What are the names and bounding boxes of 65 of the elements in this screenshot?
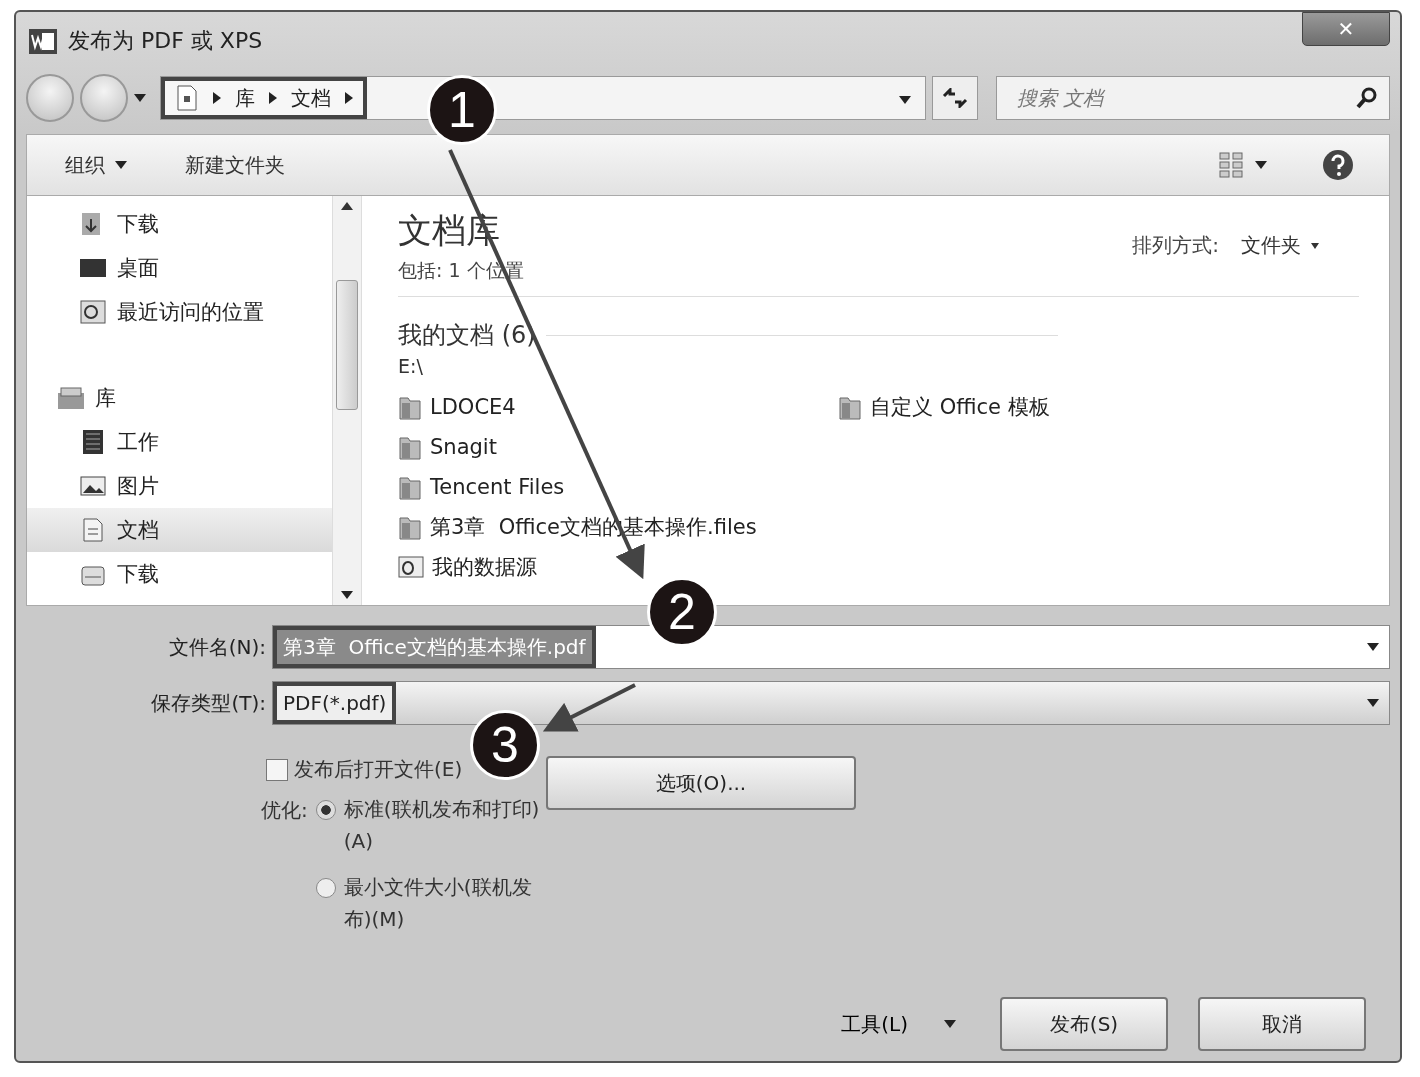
picture-icon xyxy=(79,473,107,499)
save-type-label: 保存类型(T): xyxy=(150,689,267,717)
options-button[interactable]: 选项(O)... xyxy=(546,756,856,810)
caret-icon xyxy=(115,161,127,169)
breadcrumb-item[interactable]: 文档 xyxy=(291,84,331,112)
history-caret-icon xyxy=(134,94,146,102)
file-item[interactable]: LDOCE4 xyxy=(398,387,838,427)
file-item[interactable]: Snagit xyxy=(398,427,838,467)
scroll-up-icon[interactable] xyxy=(341,202,353,210)
scroll-thumb[interactable] xyxy=(336,280,358,410)
sidebar-item[interactable]: 图片 xyxy=(27,464,332,508)
dialog-button[interactable]: 取消 xyxy=(1198,997,1366,1051)
toolbar-button[interactable]: 新建文件夹 xyxy=(181,147,289,183)
checkbox[interactable] xyxy=(266,758,288,781)
library-icon xyxy=(57,385,85,411)
tools-button[interactable]: 工具(L) xyxy=(835,1009,962,1039)
chevron-icon xyxy=(345,92,353,104)
caret-icon xyxy=(1311,242,1319,249)
search-field[interactable]: 搜索 文档 xyxy=(996,76,1390,120)
view-grid-icon xyxy=(1219,152,1245,178)
sidebar-item[interactable]: 库 xyxy=(27,376,332,420)
dialog-button[interactable]: 发布(S) xyxy=(1000,997,1168,1051)
caret-icon xyxy=(1367,699,1379,707)
folder-icon xyxy=(838,394,862,420)
folder-path: E:\ xyxy=(398,355,424,377)
refresh-button[interactable] xyxy=(932,76,978,120)
file-item[interactable]: Tencent Files xyxy=(398,467,838,507)
search-input[interactable]: 搜索 文档 xyxy=(1015,85,1355,111)
back-button[interactable] xyxy=(26,74,74,122)
optimize-label: 优化: xyxy=(260,797,308,824)
radio-option[interactable]: 最小文件大小(联机发布)(M) xyxy=(315,871,546,935)
file-name-label: 文件名(N): xyxy=(167,633,267,661)
toolbar-button[interactable]: 组织 xyxy=(61,147,131,183)
caret-icon xyxy=(1255,161,1267,169)
arrange-label: 排列方式: xyxy=(1132,232,1219,259)
search-icon xyxy=(1355,86,1379,110)
radio-option[interactable]: 标准(联机发布和打印)(A) xyxy=(315,793,546,857)
sidebar-item[interactable]: 最近访问的位置 xyxy=(27,290,332,334)
scroll-down-icon xyxy=(341,591,353,599)
document-icon xyxy=(175,84,199,112)
caret-icon xyxy=(944,1020,956,1028)
help-icon[interactable] xyxy=(1321,148,1355,182)
folder-icon xyxy=(398,514,422,540)
refresh-arrows-icon xyxy=(942,88,968,108)
chevron-icon xyxy=(269,92,277,104)
chevron-icon xyxy=(213,92,221,104)
save-type-dropdown[interactable]: PDF(*.pdf) xyxy=(272,681,1390,725)
folder-icon xyxy=(398,434,422,460)
scrollbar[interactable] xyxy=(332,196,362,605)
file-item[interactable]: 自定义 Office 模板 xyxy=(838,387,1238,427)
breadcrumb-item[interactable]: 库 xyxy=(235,84,255,112)
sidebar-item[interactable]: 工作 xyxy=(27,420,332,464)
sidebar-item[interactable]: 下载 xyxy=(27,202,332,246)
forward-button[interactable] xyxy=(80,74,128,122)
folder-icon xyxy=(398,474,422,500)
arrange-dropdown[interactable]: 文件夹 xyxy=(1241,232,1319,259)
sidebar-item[interactable]: 桌面 xyxy=(27,246,332,290)
address-dropdown-icon xyxy=(899,95,911,104)
close-button[interactable]: ✕ xyxy=(1302,12,1390,46)
folder-icon xyxy=(398,394,422,420)
sidebar-item[interactable]: 下载 xyxy=(27,552,332,596)
caret-icon xyxy=(1367,643,1379,651)
window-title: 发布为 PDF 或 XPS xyxy=(68,27,264,55)
sidebar-item[interactable]: 文档 xyxy=(27,508,332,552)
word-app-icon xyxy=(28,26,58,56)
